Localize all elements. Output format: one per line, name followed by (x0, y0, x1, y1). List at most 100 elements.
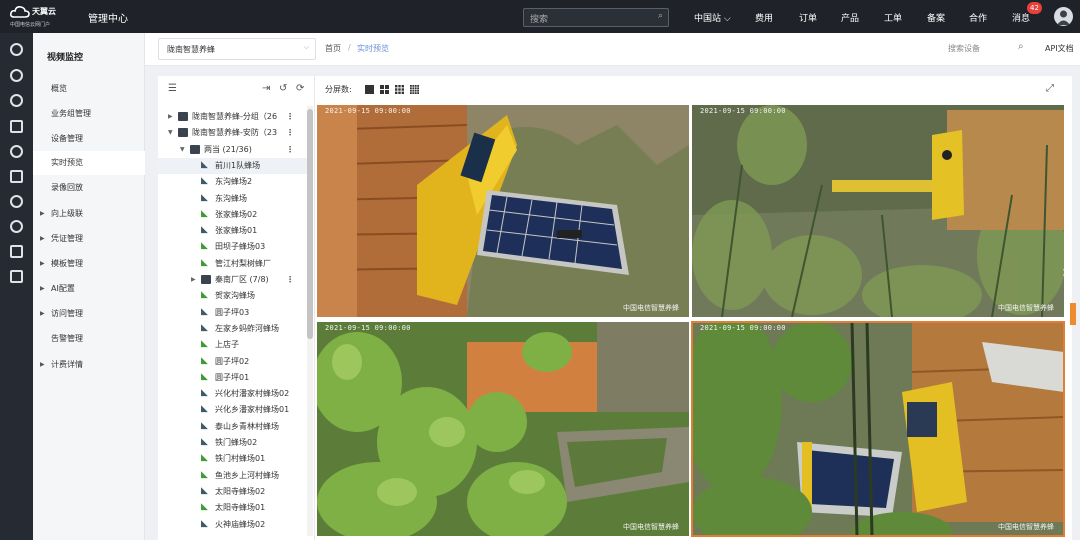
more-options-icon[interactable]: ⋮ (286, 109, 294, 125)
tree-group-row[interactable]: ▼ 陇南智慧养蜂-安防（23 ⋮ (158, 125, 308, 141)
cloud-icon[interactable] (10, 94, 23, 107)
tree-device-row[interactable]: ◣ 泰山乡青林村蜂场 (158, 419, 308, 435)
sidebar-item[interactable]: ▶ AI配置 (33, 277, 145, 301)
sidebar-item[interactable]: ▶ 凭证管理 (33, 227, 145, 251)
video-feed-2[interactable]: 2021-09-15 09:00:00 中国电信智慧养蜂 (692, 105, 1064, 317)
sidebar-item[interactable]: ▶ 向上级联 (33, 202, 145, 226)
sidebar-item[interactable]: 录像回放 (33, 176, 145, 200)
tree-device-row[interactable]: ◣ 圆子坪02 (158, 354, 308, 370)
api-docs-link[interactable]: API文档 (1045, 43, 1074, 54)
refresh-icon[interactable]: ⟳ (296, 83, 304, 94)
tree-group-row[interactable]: ▶ 秦南厂区 (7/8) ⋮ (158, 272, 308, 288)
network-icon[interactable] (10, 120, 23, 133)
split-16-icon[interactable] (410, 85, 419, 94)
nav-filing[interactable]: 备案 (927, 11, 945, 24)
nav-billing[interactable]: 费用 (755, 11, 773, 24)
sidebar-item[interactable]: ▶ 计费详情 (33, 353, 145, 377)
tree-device-row[interactable]: ◣ 兴化村潘家村蜂场02 (158, 386, 308, 402)
nav-partnership[interactable]: 合作 (969, 11, 987, 24)
video-feed-1[interactable]: 2021-09-15 09:00:00 中国电信智慧养蜂 (317, 105, 689, 317)
nav-messages[interactable]: 消息 (1012, 11, 1030, 24)
sidebar-item[interactable]: 业务组管理 (33, 102, 145, 126)
breadcrumb-home[interactable]: 首页 (325, 43, 341, 54)
split-9-icon[interactable] (395, 85, 404, 94)
tree-device-row[interactable]: ◣ 铁门蜂场02 (158, 435, 308, 451)
tree-device-row[interactable]: ◣ 太阳寺蜂场02 (158, 484, 308, 500)
nav-region[interactable]: 中国站 ⌵ (694, 11, 731, 24)
apps-icon[interactable] (10, 245, 23, 258)
nav-tickets[interactable]: 工单 (884, 11, 902, 24)
tree-device-row[interactable]: ◣ 前川1队蜂场 (158, 157, 308, 174)
camera-icon: ◣ (201, 159, 208, 170)
tree-device-row[interactable]: ◣ 张家蜂场02 (158, 207, 308, 223)
more-options-icon[interactable]: ⋮ (286, 125, 294, 141)
globe-icon[interactable] (10, 69, 23, 82)
tree-device-row[interactable]: ◣ 太阳寺蜂场01 (158, 500, 308, 516)
fullscreen-icon[interactable]: ⤢ (1046, 83, 1054, 94)
tree-node-label: 兴化村潘家村蜂场02 (215, 389, 290, 399)
camera-icon: ◣ (201, 404, 208, 415)
sidebar-item[interactable]: 告警管理 (33, 327, 145, 351)
monitor-icon[interactable] (10, 270, 23, 283)
scrollbar-thumb[interactable] (307, 109, 313, 339)
sidebar-item[interactable]: ▶ 访问管理 (33, 302, 145, 326)
global-search-input[interactable]: 搜索 ⌕ (523, 8, 669, 27)
tree-device-row[interactable]: ◣ 鱼池乡上河村蜂场 (158, 468, 308, 484)
tree-scrollbar[interactable] (307, 106, 313, 536)
tree-device-row[interactable]: ◣ 圆子坪01 (158, 370, 308, 386)
chevron-right-icon[interactable]: › (1062, 262, 1068, 281)
search-icon[interactable]: ⌕ (1018, 41, 1024, 52)
sidebar-item[interactable]: 概览 (33, 77, 145, 101)
cube-icon[interactable] (10, 43, 23, 56)
tree-device-row[interactable]: ◣ 贺家沟蜂场 (158, 288, 308, 304)
sidebar-item-label: 业务组管理 (51, 109, 91, 118)
split-1-icon[interactable] (365, 85, 374, 94)
caret-down-icon[interactable]: ▼ (168, 125, 173, 141)
history-icon[interactable]: ↺ (279, 83, 287, 94)
split-4-icon[interactable] (380, 85, 389, 94)
tree-device-row[interactable]: ◣ 左家乡蚂蚱河蜂场 (158, 321, 308, 337)
tree-device-row[interactable]: ◣ 铁门村蜂场01 (158, 451, 308, 467)
sidebar-item-label: 概览 (51, 84, 67, 93)
tree-device-row[interactable]: ◣ 兴化乡潘家村蜂场01 (158, 402, 308, 418)
list-collapse-icon[interactable]: ☰ (168, 83, 177, 94)
tree-device-row[interactable]: ◣ 田坝子蜂场03 (158, 239, 308, 255)
tree-device-row[interactable]: ◣ 火神庙蜂场02 (158, 517, 308, 533)
console-link[interactable]: 管理中心 (88, 10, 128, 25)
grid-icon[interactable] (10, 170, 23, 183)
project-select[interactable]: 陇南智慧养蜂 ⌵ (158, 38, 316, 60)
tree-device-row[interactable]: ◣ 东沟蜂场 (158, 191, 308, 207)
video-feed-4[interactable]: 2021-09-15 09:00:00 中国电信智慧养蜂 (691, 321, 1065, 537)
tree-node-label: 泰山乡青林村蜂场 (215, 421, 279, 431)
user-avatar[interactable] (1054, 7, 1073, 26)
sidebar-item[interactable]: 实时预览 (33, 151, 145, 175)
tree-group-row[interactable]: ▶ 陇南智慧养蜂-分组（26 ⋮ (158, 109, 308, 125)
database-icon[interactable] (10, 145, 23, 158)
storage-icon[interactable] (10, 195, 23, 208)
export-icon[interactable]: ⇥ (262, 83, 270, 94)
tree-device-row[interactable]: ◣ 管江村梨树蜂厂 (158, 256, 308, 272)
shield-icon[interactable] (10, 220, 23, 233)
search-icon[interactable]: ⌕ (658, 11, 663, 21)
feedback-tab[interactable] (1070, 303, 1076, 325)
tree-device-row[interactable]: ◣ 上店子 (158, 337, 308, 353)
camera-icon: ◣ (201, 355, 208, 366)
nav-orders[interactable]: 订单 (799, 11, 817, 24)
caret-right-icon[interactable]: ▶ (168, 109, 173, 125)
device-search-input[interactable]: 搜索设备 (948, 43, 980, 54)
caret-right-icon[interactable]: ▶ (191, 272, 196, 288)
tianyi-cloud-logo[interactable]: 天翼云 中国电信云网门户 (10, 5, 68, 29)
caret-down-icon[interactable]: ▼ (180, 142, 185, 158)
tree-device-row[interactable]: ◣ 东沟蜂场2 (158, 174, 308, 190)
more-options-icon[interactable]: ⋮ (286, 272, 294, 288)
sidebar-item[interactable]: ▶ 模板管理 (33, 252, 145, 276)
portal-name: 中国电信云网门户 (10, 22, 51, 28)
nav-products[interactable]: 产品 (841, 11, 859, 24)
video-feed-3[interactable]: 2021-09-15 09:00:00 中国电信智慧养蜂 (317, 322, 689, 536)
tree-device-row[interactable]: ◣ 圆子坪03 (158, 305, 308, 321)
tree-group-row[interactable]: ▼ 两当 (21/36) ⋮ (158, 142, 308, 158)
more-options-icon[interactable]: ⋮ (286, 142, 294, 158)
split-count-label: 分屏数: (325, 85, 352, 94)
tree-device-row[interactable]: ◣ 张家蜂场01 (158, 223, 308, 239)
sidebar-item[interactable]: 设备管理 (33, 127, 145, 151)
